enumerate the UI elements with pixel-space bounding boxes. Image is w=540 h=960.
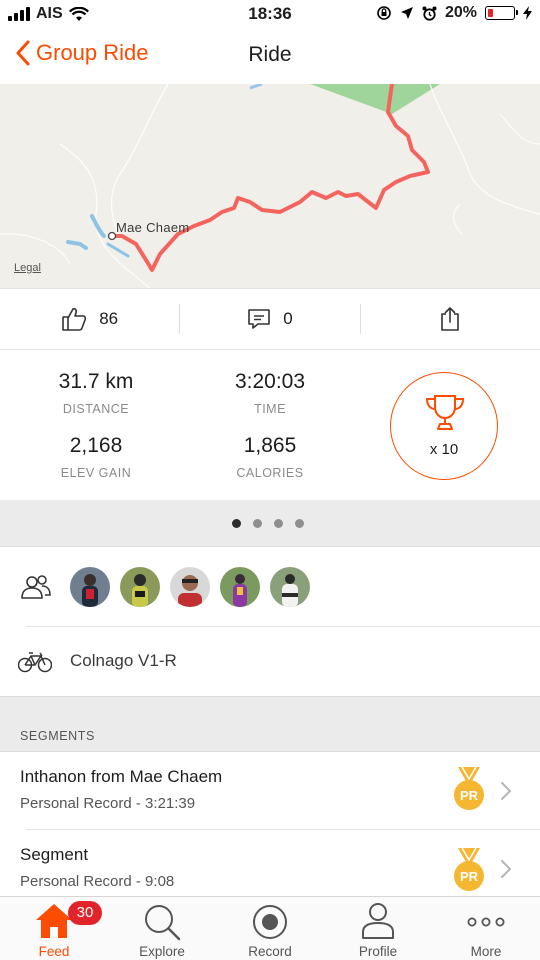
avatar[interactable]	[220, 567, 260, 607]
avatar[interactable]	[170, 567, 210, 607]
segment-name: Segment	[20, 845, 89, 864]
search-icon	[145, 905, 181, 941]
segment-row[interactable]: Inthanon from Mae Chaem Personal Record …	[0, 753, 540, 831]
svg-text:PR: PR	[460, 788, 479, 803]
tab-more[interactable]: More	[432, 897, 540, 960]
thumbs-up-icon	[62, 307, 87, 331]
segments-header: SEGMENTS	[0, 696, 540, 752]
map-canvas	[0, 84, 540, 288]
pager-dot[interactable]	[232, 519, 241, 528]
pr-medal-icon: PR	[454, 848, 484, 891]
more-icon	[467, 917, 505, 927]
avatar-list	[70, 567, 310, 607]
kudos-count: 86	[99, 309, 119, 328]
pager-dots	[232, 519, 304, 528]
calories-label: CALORIES	[236, 466, 304, 480]
segments-title: SEGMENTS	[20, 729, 95, 743]
charging-icon	[523, 6, 532, 20]
feed-badge: 30	[68, 901, 102, 925]
achievements-button[interactable]: x 10	[390, 372, 498, 480]
route-map[interactable]: Mae Chaem Legal	[0, 84, 540, 288]
social-actions: 86 0	[0, 288, 540, 350]
tab-label: Feed	[38, 944, 70, 959]
svg-text:PR: PR	[460, 869, 479, 884]
page-indicator	[0, 500, 540, 547]
tab-record[interactable]: Record	[216, 897, 324, 960]
chevron-left-icon	[16, 40, 30, 66]
elevation-value: 2,168	[69, 434, 123, 457]
group-participants[interactable]	[0, 548, 540, 626]
tab-feed[interactable]: 30 Feed	[0, 897, 108, 960]
comments-button[interactable]: 0	[180, 289, 359, 349]
pager-dot[interactable]	[274, 519, 283, 528]
tab-label: Record	[248, 944, 292, 959]
tab-label: More	[470, 944, 502, 959]
time-label: TIME	[254, 402, 286, 416]
share-icon	[441, 307, 460, 331]
tab-label: Explore	[139, 944, 185, 959]
trophy-icon	[425, 395, 465, 430]
distance-label: DISTANCE	[62, 402, 130, 416]
group-icon	[21, 575, 51, 599]
activity-stats: 31.7 km DISTANCE 3:20:03 TIME 2,168 ELEV…	[0, 350, 540, 500]
time-value: 3:20:03	[234, 370, 306, 393]
stat-calories: 1,865 CALORIES	[190, 434, 350, 480]
alarm-icon	[422, 6, 437, 21]
navigation-bar: Group Ride Ride	[0, 28, 540, 84]
segment-name: Inthanon from Mae Chaem	[20, 767, 223, 786]
achievements-count: x 10	[429, 441, 459, 458]
segment-detail: Personal Record - 3:21:39	[20, 795, 196, 812]
divider	[26, 829, 540, 830]
back-button[interactable]: Group Ride	[16, 40, 149, 66]
tab-profile[interactable]: Profile	[324, 897, 432, 960]
pager-dot[interactable]	[253, 519, 262, 528]
stat-elevation: 2,168 ELEV GAIN	[16, 434, 176, 480]
bike-name: Colnago V1-R	[70, 651, 177, 670]
status-right: 20%	[376, 4, 532, 22]
share-button[interactable]	[361, 289, 540, 349]
gear-row[interactable]: Colnago V1-R	[0, 627, 540, 695]
profile-icon	[362, 903, 394, 939]
tab-bar: 30 Feed Explore Record Profile More	[0, 896, 540, 960]
tab-label: Profile	[358, 944, 398, 959]
avatar[interactable]	[270, 567, 310, 607]
segment-detail: Personal Record - 9:08	[20, 873, 175, 890]
tab-explore[interactable]: Explore	[108, 897, 216, 960]
bicycle-icon	[18, 652, 52, 673]
calories-value: 1,865	[243, 434, 297, 457]
comment-icon	[248, 309, 271, 329]
comments-count: 0	[283, 309, 293, 328]
location-icon	[400, 7, 413, 19]
battery-icon	[485, 6, 518, 20]
distance-value: 31.7 km	[58, 370, 134, 393]
chevron-right-icon	[501, 860, 511, 878]
pager-dot[interactable]	[295, 519, 304, 528]
avatar[interactable]	[120, 567, 160, 607]
stat-distance: 31.7 km DISTANCE	[16, 370, 176, 416]
record-icon	[253, 905, 287, 939]
pr-medal-icon: PR	[454, 767, 484, 810]
status-bar: AIS 18:36 20%	[0, 0, 540, 28]
map-legal-link[interactable]: Legal	[14, 262, 41, 274]
battery-percent: 20%	[444, 4, 477, 21]
stat-time: 3:20:03 TIME	[190, 370, 350, 416]
chevron-right-icon	[501, 782, 511, 800]
rotation-lock-icon	[377, 6, 391, 20]
elevation-label: ELEV GAIN	[60, 466, 132, 480]
map-place-label: Mae Chaem	[116, 220, 190, 235]
back-label: Group Ride	[36, 40, 149, 65]
kudos-button[interactable]: 86	[0, 289, 179, 349]
avatar[interactable]	[70, 567, 110, 607]
